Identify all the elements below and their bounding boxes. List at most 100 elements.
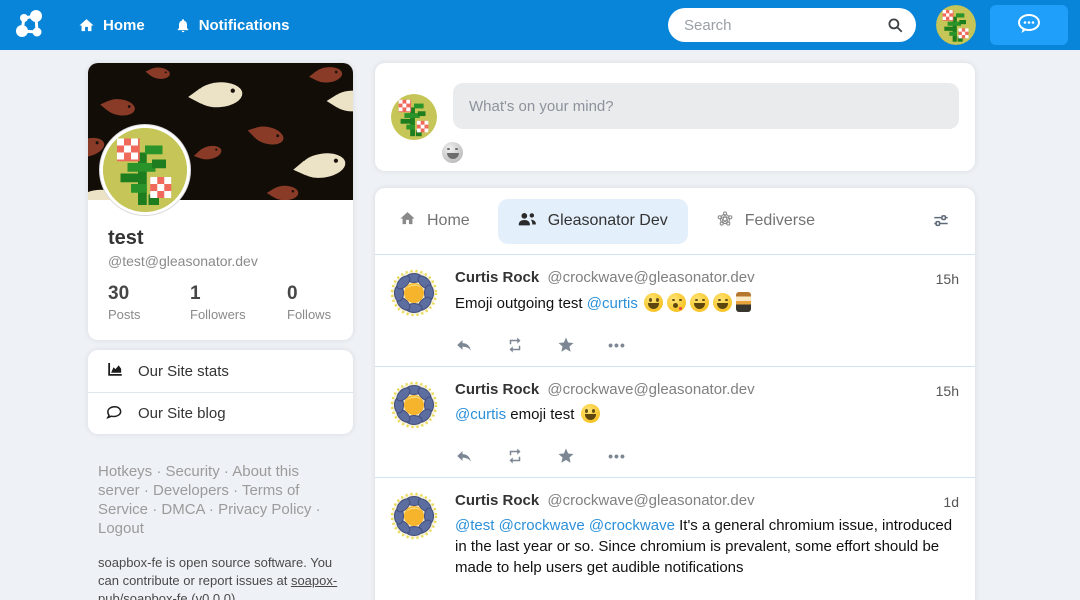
post-timestamp[interactable]: 1d — [943, 494, 959, 510]
post-3: 1d Curtis Rock @crockwave@gleasonator.de… — [375, 478, 975, 590]
profile-stats: 30 Posts 1 Followers 0 Follows — [88, 269, 353, 340]
fediverse-icon — [716, 210, 734, 233]
account-avatar[interactable] — [936, 5, 976, 45]
footer-link[interactable]: Security — [166, 463, 220, 480]
home-icon — [78, 17, 95, 34]
about-text: soapbox-fe is open source software. You … — [98, 554, 346, 600]
post-author-name[interactable]: Curtis Rock — [455, 492, 539, 509]
post-author-handle: @crockwave@gleasonator.dev — [547, 492, 754, 509]
comment-icon — [106, 403, 124, 425]
emoji-laugh — [713, 293, 732, 312]
search-icon[interactable] — [886, 16, 904, 39]
reply-icon[interactable] — [455, 447, 473, 465]
left-sidebar: test @test@gleasonator.dev 30 Posts 1 Fo… — [88, 63, 353, 600]
post-2: 15h Curtis Rock @crockwave@gleasonator.d… — [375, 367, 975, 477]
post-author-name[interactable]: Curtis Rock — [455, 269, 539, 286]
chat-button[interactable] — [990, 5, 1068, 45]
profile-display-name: test — [108, 227, 333, 250]
text-segment: emoji test — [506, 406, 579, 423]
composer-field — [453, 83, 959, 151]
footer-link[interactable]: Developers — [153, 482, 229, 499]
composer-avatar[interactable] — [391, 94, 437, 140]
tab-fediverse-label: Fediverse — [745, 212, 815, 230]
more-icon[interactable]: ••• — [608, 447, 626, 465]
page-content: test @test@gleasonator.dev 30 Posts 1 Fo… — [0, 50, 1080, 600]
profile-card: test @test@gleasonator.dev 30 Posts 1 Fo… — [88, 63, 353, 340]
profile-handle: @test@gleasonator.dev — [108, 253, 333, 269]
custom-emoji — [736, 292, 751, 312]
post-content: Emoji outgoing test @curtis — [455, 292, 959, 314]
site-blog-label: Our Site blog — [138, 405, 226, 422]
emoji-laugh — [690, 293, 709, 312]
emoji-picker-icon[interactable] — [442, 142, 463, 163]
stat-posts-label: Posts — [108, 307, 190, 322]
stat-follows[interactable]: 0 Follows — [287, 283, 333, 322]
emoji-grin — [581, 404, 600, 423]
profile-avatar[interactable] — [100, 125, 190, 215]
area-chart-icon — [106, 360, 124, 382]
site-stats-label: Our Site stats — [138, 363, 229, 380]
post-actions: ••• — [455, 336, 959, 354]
sliders-icon[interactable] — [931, 211, 951, 231]
post-timestamp[interactable]: 15h — [936, 271, 959, 287]
stat-follows-value: 0 — [287, 283, 333, 305]
nav-home[interactable]: Home — [78, 17, 145, 34]
post-author-handle: @crockwave@gleasonator.dev — [547, 269, 754, 286]
search-box — [668, 8, 916, 42]
emoji-grin — [644, 293, 663, 312]
mention-link[interactable]: @test — [455, 517, 494, 534]
site-links-card: Our Site stats Our Site blog — [88, 350, 353, 434]
stat-followers-value: 1 — [190, 283, 287, 305]
footer-link[interactable]: Logout — [98, 520, 144, 537]
reply-icon[interactable] — [455, 336, 473, 354]
stat-follows-label: Follows — [287, 307, 333, 322]
footer-link[interactable]: Privacy Policy — [218, 501, 311, 518]
nav-notifications[interactable]: Notifications — [175, 17, 290, 34]
mention-link[interactable]: @crockwave — [589, 517, 675, 534]
tab-gleasonator-dev-label: Gleasonator Dev — [548, 212, 668, 230]
stat-posts[interactable]: 30 Posts — [108, 283, 190, 322]
post-author-avatar[interactable] — [390, 381, 438, 429]
emoji-kiss — [667, 293, 686, 312]
site-stats-link[interactable]: Our Site stats — [88, 350, 353, 392]
chat-bubble-icon — [1015, 12, 1043, 39]
composer-input[interactable] — [453, 83, 959, 129]
more-icon[interactable]: ••• — [608, 336, 626, 354]
post-timestamp[interactable]: 15h — [936, 383, 959, 399]
bell-icon — [175, 17, 191, 34]
tab-home[interactable]: Home — [399, 198, 470, 244]
post-author-avatar[interactable] — [390, 492, 438, 540]
main-column: Home Gleasonator Dev — [375, 63, 975, 600]
stat-followers[interactable]: 1 Followers — [190, 283, 287, 322]
post-author-avatar[interactable] — [390, 269, 438, 317]
post-actions: ••• — [455, 447, 959, 465]
post-author-handle: @crockwave@gleasonator.dev — [547, 381, 754, 398]
timeline-tabs: Home Gleasonator Dev — [375, 188, 975, 254]
nav-notifications-label: Notifications — [199, 17, 290, 34]
post-content: @curtis emoji test — [455, 404, 959, 425]
mention-link[interactable]: @curtis — [587, 295, 638, 312]
repost-icon[interactable] — [506, 336, 524, 354]
footer-link[interactable]: DMCA — [161, 501, 204, 518]
site-blog-link[interactable]: Our Site blog — [88, 392, 353, 434]
mention-link[interactable]: @curtis — [455, 406, 506, 423]
post-author-name[interactable]: Curtis Rock — [455, 381, 539, 398]
timeline-card: Home Gleasonator Dev — [375, 188, 975, 600]
users-icon — [518, 211, 537, 232]
tab-fediverse[interactable]: Fediverse — [716, 198, 815, 245]
favourite-icon[interactable] — [557, 447, 575, 465]
favourite-icon[interactable] — [557, 336, 575, 354]
post-content: @test @crockwave @crockwave It's a gener… — [455, 515, 959, 578]
repost-icon[interactable] — [506, 447, 524, 465]
footer-link[interactable]: Hotkeys — [98, 463, 152, 480]
soapbox-logo[interactable] — [12, 7, 48, 43]
top-navbar: Home Notifications — [0, 0, 1080, 50]
tab-gleasonator-dev[interactable]: Gleasonator Dev — [498, 199, 688, 244]
about-post: (v0.0.0). — [188, 591, 239, 600]
stat-followers-label: Followers — [190, 307, 287, 322]
home-icon — [399, 210, 416, 232]
text-segment — [638, 295, 642, 312]
text-segment: Emoji outgoing test — [455, 295, 587, 312]
mention-link[interactable]: @crockwave — [499, 517, 585, 534]
search-input[interactable] — [668, 8, 916, 42]
